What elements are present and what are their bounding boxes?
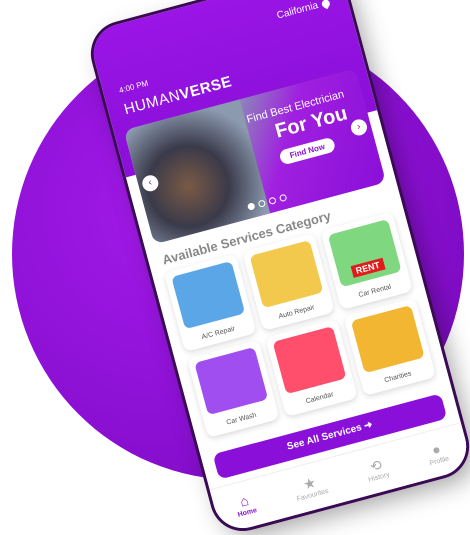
service-card[interactable]: Charities — [343, 297, 437, 397]
car-wrench-icon — [249, 240, 324, 309]
tab-profile[interactable]: ● Profile — [425, 440, 450, 467]
service-card[interactable]: RENT Car Rental — [320, 211, 414, 311]
carousel-dot[interactable] — [268, 196, 277, 206]
chevron-right-icon[interactable]: › — [349, 117, 369, 138]
carousel-dot[interactable] — [278, 193, 288, 203]
location-pin-icon — [320, 0, 332, 9]
ac-unit-icon — [171, 261, 246, 330]
history-icon: ⟲ — [368, 455, 384, 475]
service-card[interactable]: Car Wash — [186, 339, 280, 438]
tab-home[interactable]: ⌂ Home — [233, 491, 258, 519]
home-icon: ⌂ — [237, 491, 251, 510]
tab-history[interactable]: ⟲ History — [363, 455, 391, 484]
arrow-right-icon: ➜ — [362, 419, 374, 433]
tab-label: Home — [236, 506, 258, 519]
tab-favourites[interactable]: ★ Favourites — [292, 472, 329, 502]
service-card[interactable]: Calendar — [265, 318, 358, 418]
star-icon: ★ — [301, 473, 318, 493]
tab-label: Profile — [428, 455, 450, 467]
car-wash-icon — [194, 346, 269, 416]
calendar-icon — [272, 326, 347, 395]
see-all-label: See All Services — [285, 422, 363, 453]
service-card[interactable]: A/C Repair — [163, 253, 257, 353]
rent-tag: RENT — [350, 257, 386, 278]
profile-icon: ● — [429, 440, 443, 458]
service-card[interactable]: Auto Repair — [242, 232, 335, 332]
rent-car-icon: RENT — [327, 219, 402, 288]
charity-box-icon — [350, 305, 425, 374]
